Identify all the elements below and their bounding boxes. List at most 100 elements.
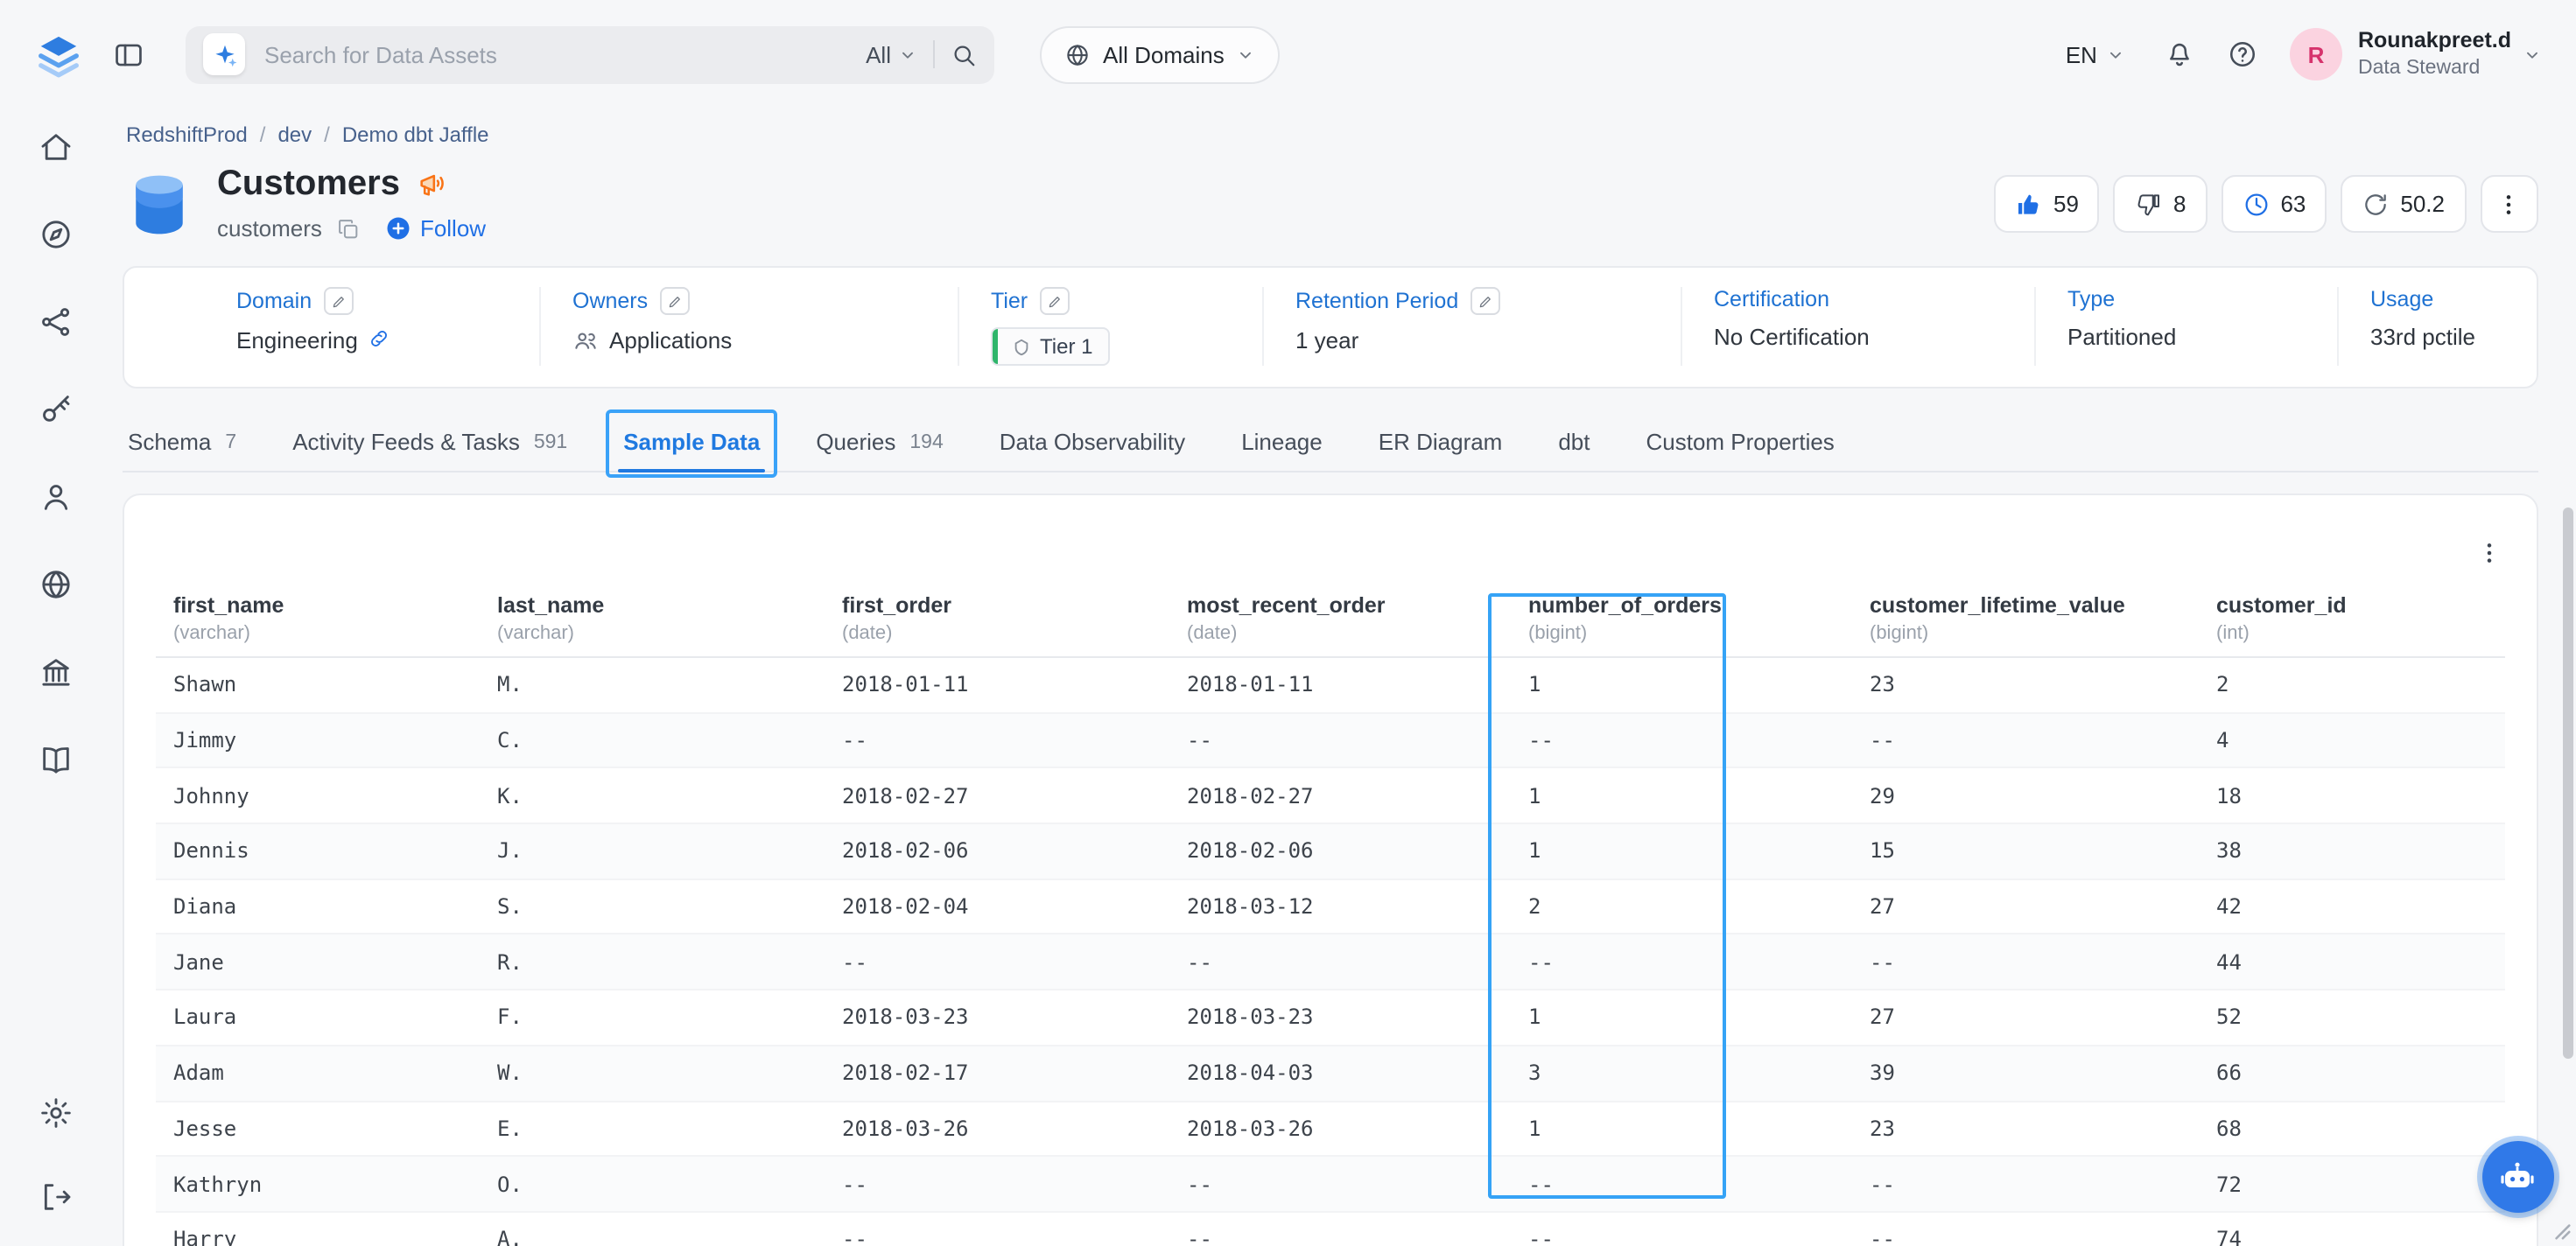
column-name: first_name	[173, 593, 462, 618]
user-icon	[39, 480, 74, 514]
table-cell: --	[1511, 934, 1852, 990]
page-title: Customers	[217, 164, 400, 205]
column-name: last_name	[497, 593, 807, 618]
vertical-scrollbar-thumb[interactable]	[2562, 508, 2572, 1059]
upvotes-button[interactable]: 59	[1994, 175, 2100, 233]
announcement-icon[interactable]	[418, 170, 447, 200]
user-name: Rounakpreet.d	[2358, 28, 2511, 55]
asset-header: Customers customers	[123, 164, 2537, 242]
breadcrumb-item[interactable]: Demo dbt Jaffle	[342, 122, 489, 147]
column-header-customer_id[interactable]: customer_id(int)	[2199, 593, 2504, 657]
search-button[interactable]	[951, 41, 977, 67]
meta-label: Certification	[1714, 287, 1829, 312]
tab-lineage[interactable]: Lineage	[1239, 416, 1324, 471]
column-header-first_name[interactable]: first_name(varchar)	[156, 593, 480, 657]
follow-button-label: Follow	[420, 215, 486, 242]
sidebar-item-logout[interactable]	[39, 1180, 74, 1214]
language-selector[interactable]: EN	[2066, 41, 2125, 67]
column-name: number_of_orders	[1528, 593, 1835, 618]
sidebar-item-discover[interactable]	[39, 217, 74, 252]
sidebar-item-web[interactable]	[39, 567, 74, 602]
breadcrumb-item[interactable]: RedshiftProd	[126, 122, 248, 147]
table-cell: 1	[1511, 1101, 1852, 1156]
tier-badge[interactable]: Tier 1	[991, 327, 1110, 366]
table-cell: 1	[1511, 990, 1852, 1045]
table-cell: 39	[1852, 1046, 2199, 1101]
resize-grip-icon[interactable]	[2551, 1222, 2571, 1241]
table-cell: --	[1852, 1212, 2199, 1246]
tab-data-observability[interactable]: Data Observability	[998, 416, 1187, 471]
table-cell: 27	[1852, 879, 2199, 934]
edit-tier-button[interactable]	[1040, 287, 1070, 315]
notifications-button[interactable]	[2164, 38, 2195, 70]
atlan-logo[interactable]	[35, 31, 82, 78]
sidebar-item-access[interactable]	[39, 392, 74, 427]
meta-field-usage: Usage33rd pctile	[2339, 287, 2536, 366]
sidebar-toggle-button[interactable]	[112, 38, 145, 71]
help-button[interactable]	[2227, 38, 2258, 70]
user-avatar[interactable]: R	[2290, 28, 2342, 80]
ai-sparkle-icon	[203, 33, 245, 75]
tab-label: Data Observability	[1000, 429, 1185, 455]
downvotes-count: 8	[2173, 191, 2186, 217]
sidebar-item-home[interactable]	[39, 130, 74, 164]
chat-assistant-button[interactable]	[2481, 1141, 2553, 1213]
tab-label: Schema	[128, 429, 211, 455]
tab-schema[interactable]: Schema7	[126, 416, 238, 471]
table-cell: --	[1169, 712, 1511, 767]
column-header-last_name[interactable]: last_name (varchar)	[480, 593, 825, 657]
domains-filter[interactable]: All Domains	[1040, 25, 1281, 83]
global-search[interactable]: All	[186, 25, 994, 83]
tab-queries[interactable]: Queries194	[814, 416, 944, 471]
tab-er-diagram[interactable]: ER Diagram	[1377, 416, 1505, 471]
tab-dbt[interactable]: dbt	[1556, 416, 1591, 471]
globe-icon	[1064, 41, 1091, 67]
edit-domain-button[interactable]	[324, 287, 354, 315]
table-row: JimmyC.--------4	[156, 712, 2504, 767]
recent-activity-button[interactable]: 63	[2221, 175, 2327, 233]
popularity-score-button[interactable]: 50.2	[2341, 175, 2466, 233]
table-cell: 38	[2199, 823, 2504, 878]
logout-icon	[39, 1180, 74, 1214]
tab-label: dbt	[1558, 429, 1590, 455]
breadcrumb-separator: /	[260, 122, 266, 147]
column-header-customer_lifetime_value[interactable]: customer_lifetime_value(bigint)	[1852, 593, 2199, 657]
column-header-most_recent_order[interactable]: most_recent_order(date)	[1169, 593, 1511, 657]
follow-button[interactable]: Follow	[385, 215, 486, 242]
link-icon[interactable]	[369, 327, 391, 354]
column-header-number_of_orders[interactable]: number_of_orders(bigint)	[1511, 593, 1852, 657]
table-cell: 1	[1511, 657, 1852, 712]
refresh-icon	[2362, 190, 2390, 218]
edit-owners-button[interactable]	[660, 287, 690, 315]
chevron-down-icon[interactable]	[2522, 45, 2541, 64]
book-icon	[39, 742, 74, 777]
home-icon	[39, 130, 74, 164]
asset-stats: 59 8 6350.2	[1994, 175, 2537, 242]
sidebar-item-profile[interactable]	[39, 480, 74, 514]
tab-custom-properties[interactable]: Custom Properties	[1645, 416, 1836, 471]
tab-sample-data[interactable]: Sample Data	[621, 416, 762, 471]
downvotes-button[interactable]: 8	[2114, 175, 2207, 233]
column-header-first_order[interactable]: first_order(date)	[825, 593, 1169, 657]
help-icon	[2227, 38, 2258, 70]
breadcrumb-item[interactable]: dev	[277, 122, 312, 147]
search-input[interactable]	[261, 39, 850, 69]
sidebar-item-glossary[interactable]	[39, 742, 74, 777]
tab-activity-feeds-tasks[interactable]: Activity Feeds & Tasks591	[291, 416, 569, 471]
sidebar-item-assets[interactable]	[39, 304, 74, 340]
column-type: (varchar)	[497, 623, 807, 644]
meta-label: Tier	[991, 289, 1028, 313]
copy-button[interactable]	[336, 216, 361, 241]
user-menu[interactable]: Rounakpreet.d Data Steward	[2358, 28, 2511, 80]
sidebar-item-governance[interactable]	[39, 654, 74, 690]
edit-retention-period-button[interactable]	[1470, 287, 1500, 315]
asset-titles: Customers customers	[217, 164, 486, 242]
table-more-actions-button[interactable]	[2466, 530, 2511, 576]
avatar-initial: R	[2308, 41, 2325, 67]
table-cell: --	[825, 712, 1169, 767]
search-scope-selector[interactable]: All	[866, 41, 917, 67]
table-cell: Jane	[156, 934, 480, 990]
column-type: (int)	[2216, 623, 2487, 644]
sidebar-item-settings[interactable]	[39, 1096, 74, 1130]
asset-more-actions-button[interactable]	[2480, 175, 2537, 233]
